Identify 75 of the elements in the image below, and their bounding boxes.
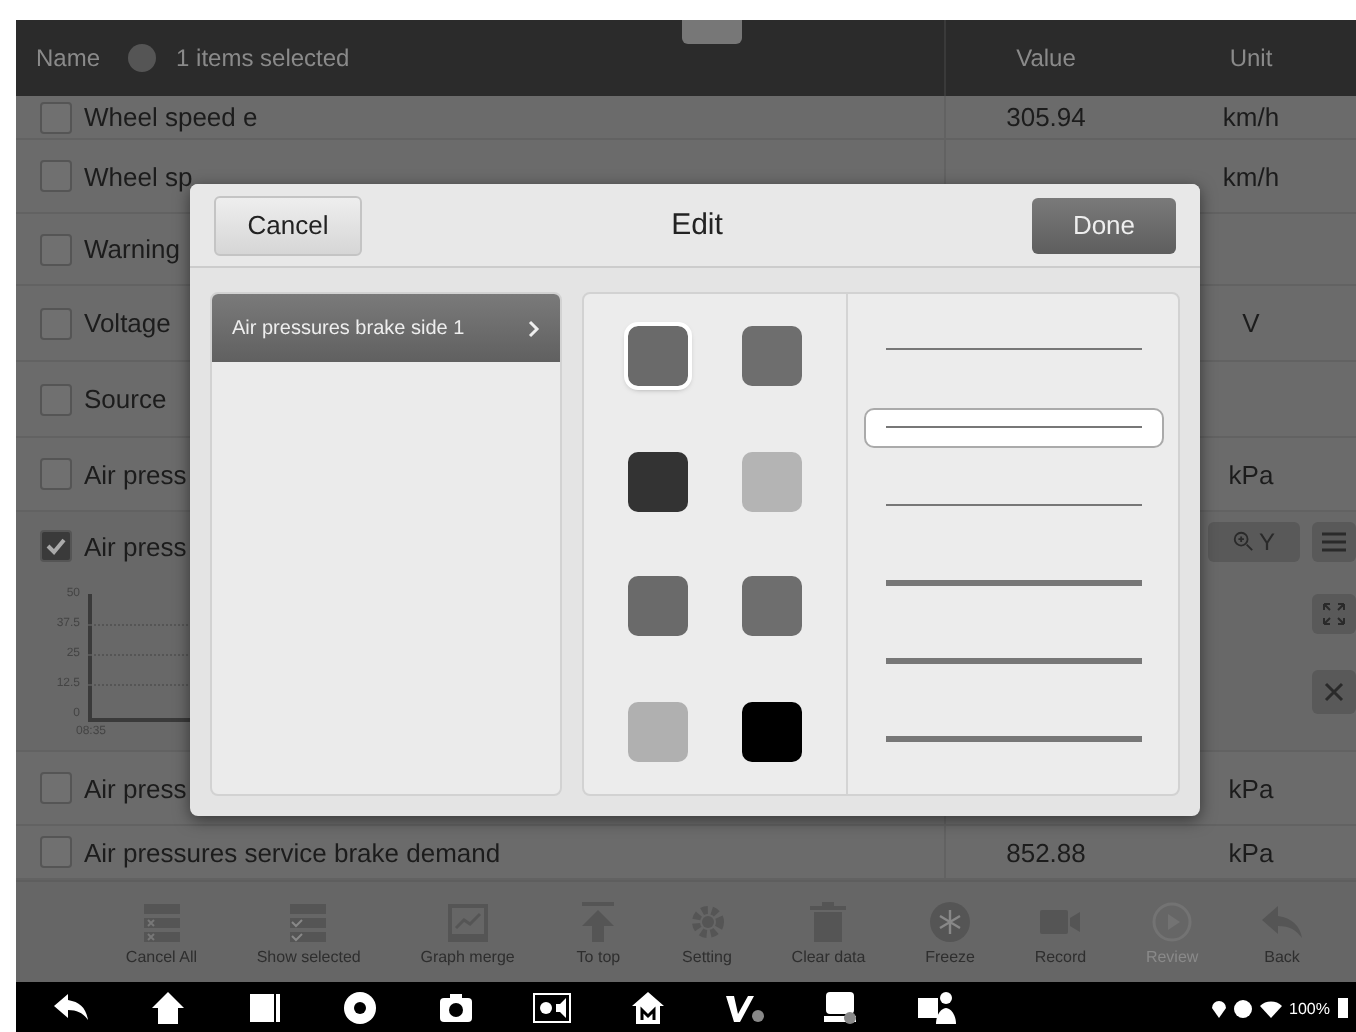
toolbar-button[interactable]: Clear data [791, 897, 866, 967]
recent-apps-icon[interactable] [244, 988, 284, 1028]
checkbox[interactable] [40, 772, 72, 804]
checkbox[interactable] [40, 530, 72, 563]
color-swatch[interactable] [742, 451, 803, 512]
home-m-icon[interactable] [628, 988, 668, 1028]
toolbar-button[interactable]: To top [574, 897, 623, 967]
toolbar-button[interactable]: Graph merge [420, 897, 515, 967]
wifi-icon [1259, 999, 1282, 1017]
color-swatch[interactable] [627, 451, 688, 512]
menu-button[interactable] [1312, 521, 1356, 562]
battery-percentage: 100% [1289, 999, 1330, 1017]
close-button[interactable] [1312, 669, 1356, 714]
done-button[interactable]: Done [1031, 197, 1176, 253]
column-header: Unit [1229, 44, 1273, 72]
row-label: Voltage [84, 308, 171, 338]
checkbox[interactable] [40, 101, 72, 133]
list-item[interactable]: Air pressures brake side 1 [212, 294, 560, 362]
checkbox[interactable] [40, 233, 72, 265]
row-label: Wheel speed e [84, 102, 258, 132]
column-header: Value [1016, 44, 1076, 72]
checkbox[interactable] [40, 836, 72, 868]
row-label: Warning [84, 234, 180, 264]
menu-icon [1322, 531, 1346, 552]
bluetooth-icon [1233, 999, 1252, 1017]
toolbar-button[interactable]: Setting [682, 897, 732, 967]
row-label: Source [84, 384, 167, 414]
checkmark-icon [44, 534, 68, 559]
selection-status: 1 items selected [176, 44, 350, 72]
unit-text: km/h [1222, 161, 1280, 191]
location-icon [1211, 999, 1226, 1017]
snowflake-icon [926, 897, 975, 946]
unit-text: km/h [1222, 102, 1280, 132]
checkbox[interactable] [40, 383, 72, 415]
browser-icon[interactable] [340, 988, 380, 1028]
zoom-in-icon [1232, 530, 1255, 553]
column-header: Name [36, 44, 101, 72]
color-swatch[interactable] [742, 326, 803, 387]
color-swatch[interactable] [742, 576, 803, 637]
line-style-option[interactable] [863, 407, 1163, 447]
row-label: Air pressures service brake demand [84, 837, 501, 867]
row-label: Air press [84, 773, 187, 803]
unit-text: kPa [1228, 837, 1274, 867]
dialog-title: Edit [671, 208, 723, 242]
color-swatch[interactable] [627, 576, 688, 637]
pull-tab-handle[interactable] [682, 20, 742, 44]
battery-icon [1338, 998, 1348, 1018]
cancel-button[interactable]: Cancel [214, 195, 362, 255]
row-label: Air press [84, 531, 187, 562]
unit-text: kPa [1228, 773, 1274, 803]
row-label: Wheel sp [84, 161, 193, 191]
expand-button[interactable] [1312, 593, 1356, 634]
color-swatch[interactable] [627, 326, 688, 387]
checkbox[interactable] [40, 458, 72, 490]
color-swatch[interactable] [742, 701, 803, 762]
home-icon[interactable] [148, 988, 188, 1028]
checkbox[interactable] [40, 307, 72, 339]
toolbar-button[interactable]: Back [1258, 897, 1307, 967]
brightness-volume-icon[interactable] [532, 988, 572, 1028]
close-icon [1324, 681, 1344, 702]
camera-icon[interactable] [436, 988, 476, 1028]
checkbox[interactable] [40, 160, 72, 192]
sort-icon[interactable] [128, 44, 157, 72]
toolbar-button[interactable]: Show selected [256, 897, 361, 967]
row-label: Air press [84, 459, 187, 489]
toolbar-button[interactable]: Record [1034, 897, 1087, 967]
value-text: 305.94 [1006, 102, 1086, 132]
toolbar-button[interactable]: Freeze [925, 897, 975, 967]
unit-text: V [1242, 308, 1260, 338]
color-swatch[interactable] [627, 701, 688, 762]
unit-text: kPa [1228, 459, 1274, 489]
value-text: 852.88 [1006, 837, 1086, 867]
expand-icon [1322, 601, 1346, 626]
chevron-right-icon [528, 319, 540, 337]
toolbar-button[interactable]: Cancel All [125, 897, 197, 967]
